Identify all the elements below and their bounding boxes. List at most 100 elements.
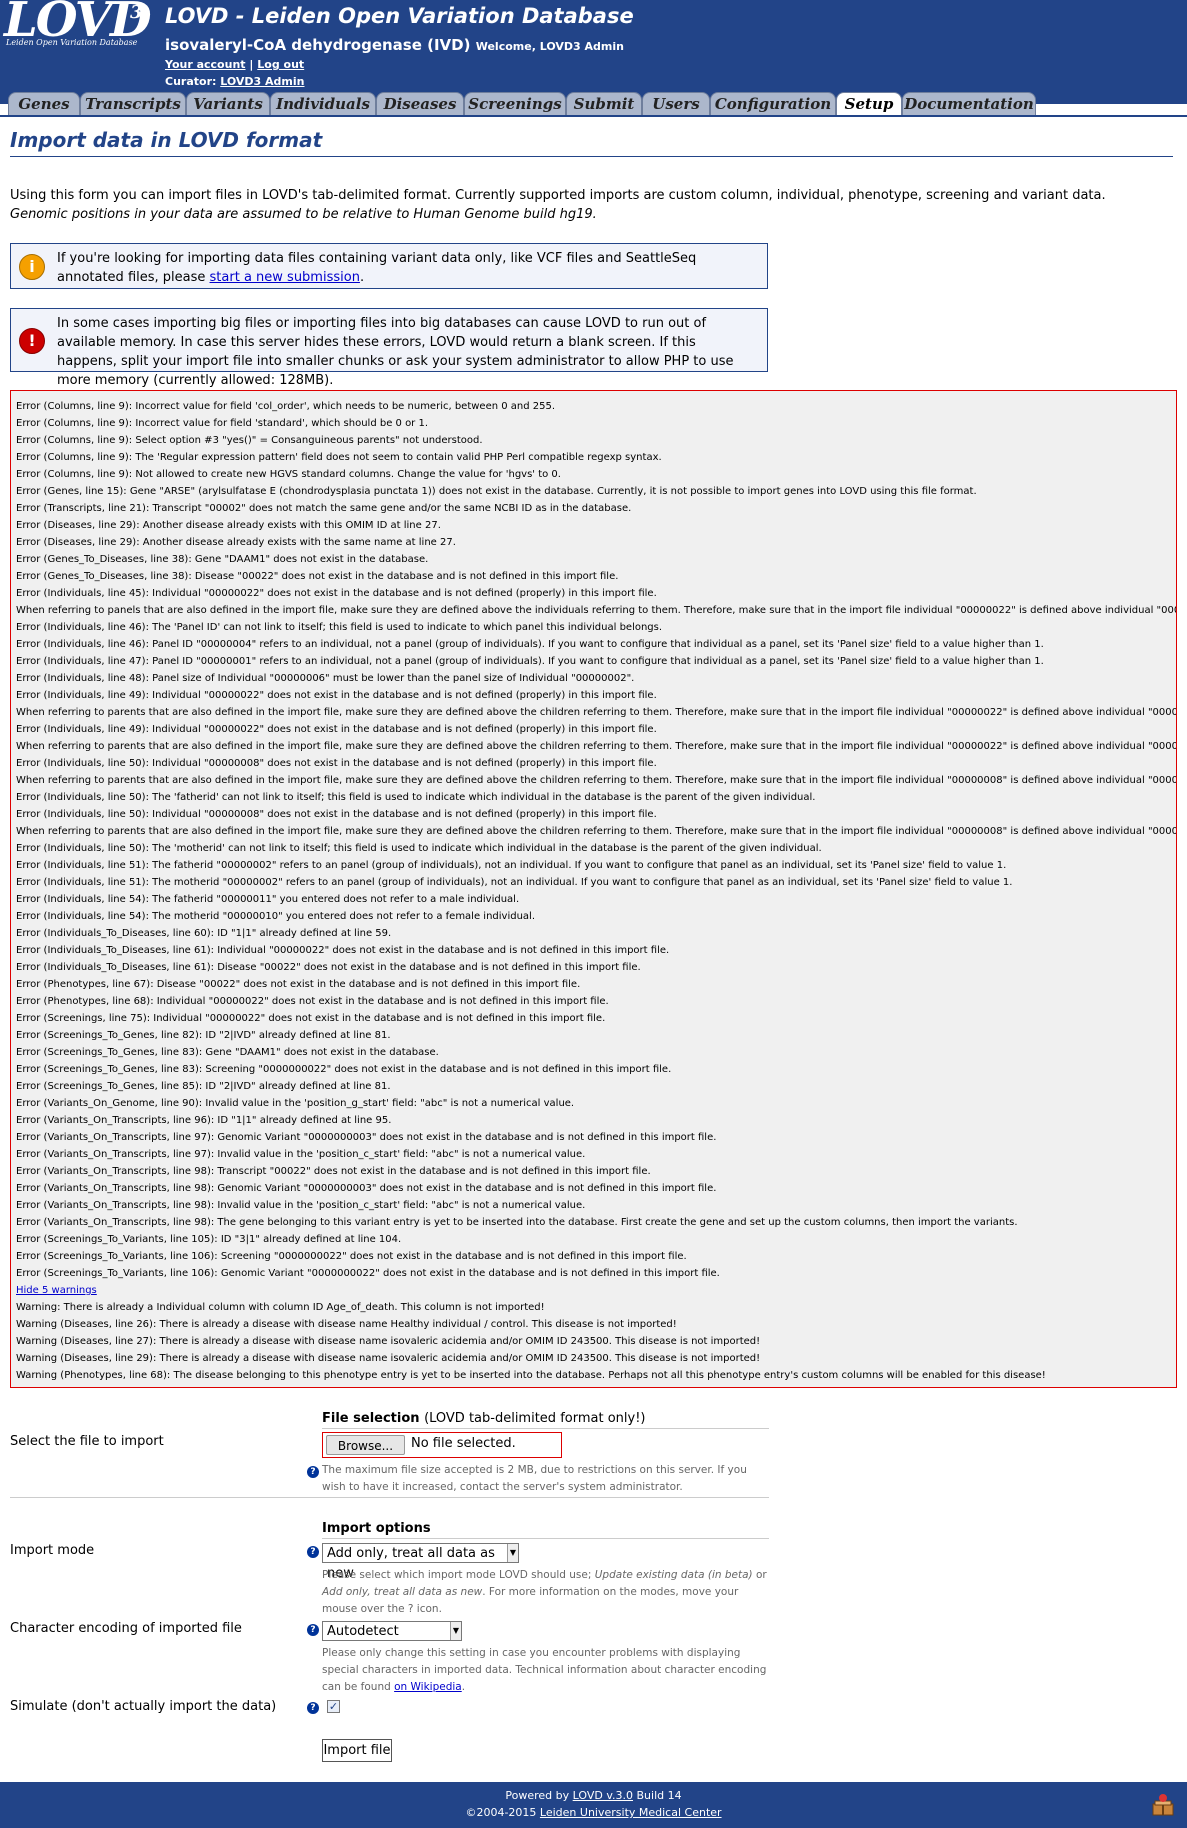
tab-setup[interactable]: Setup: [836, 92, 902, 117]
error-line: Error (Columns, line 9): Incorrect value…: [16, 418, 429, 429]
error-line: Error (Variants_On_Transcripts, line 98)…: [16, 1166, 651, 1177]
tab-transcripts[interactable]: Transcripts: [80, 92, 186, 115]
options-section-rule: [322, 1538, 769, 1539]
start-submission-link[interactable]: start a new submission: [210, 270, 360, 285]
warning-line: Warning (Diseases, line 29): There is al…: [16, 1353, 761, 1364]
tab-users[interactable]: Users: [642, 92, 710, 115]
error-line: Error (Variants_On_Transcripts, line 97)…: [16, 1149, 586, 1160]
info-box: i If you're looking for importing data f…: [10, 243, 768, 289]
warning-line: Warning: There is already a Individual c…: [16, 1302, 545, 1313]
gene-line: isovaleryl-CoA dehydrogenase (IVD) Welco…: [165, 36, 624, 54]
file-row-rule: [10, 1497, 769, 1498]
curator-link[interactable]: LOVD3 Admin: [220, 75, 304, 88]
dropdown-arrow-icon: ▼: [507, 1544, 518, 1562]
browse-button[interactable]: Browse...: [326, 1435, 405, 1455]
main-tabs: Genes Transcripts Variants Individuals D…: [0, 92, 1187, 117]
error-line: Error (Transcripts, line 21): Transcript…: [16, 503, 632, 514]
intro-genome-note: Genomic positions in your data are assum…: [10, 207, 597, 222]
error-line: Error (Individuals, line 45): Individual…: [16, 588, 657, 599]
file-input[interactable]: Browse... No file selected.: [322, 1432, 562, 1458]
file-section-rule: [322, 1428, 769, 1429]
import-mode-help-icon[interactable]: ?: [307, 1546, 319, 1558]
tab-genes[interactable]: Genes: [8, 92, 80, 115]
file-selection-heading: File selection (LOVD tab-delimited forma…: [322, 1411, 645, 1426]
lovd-version-link[interactable]: LOVD v.3.0: [573, 1789, 633, 1802]
no-file-text: No file selected.: [411, 1436, 516, 1451]
tab-diseases[interactable]: Diseases: [376, 92, 464, 115]
site-title: LOVD - Leiden Open Variation Database: [165, 4, 634, 28]
simulate-checkbox[interactable]: ✓: [327, 1700, 340, 1713]
import-options-heading: Import options: [322, 1521, 431, 1536]
tab-individuals[interactable]: Individuals: [270, 92, 376, 115]
error-line: Error (Genes_To_Diseases, line 38): Gene…: [16, 554, 429, 565]
memory-warning-text: In some cases importing big files or imp…: [57, 316, 734, 388]
charset-help-icon[interactable]: ?: [307, 1624, 319, 1636]
curator-label: Curator:: [165, 75, 217, 88]
account-links: Your account | Log out: [165, 58, 304, 71]
current-gene[interactable]: isovaleryl-CoA dehydrogenase (IVD): [165, 36, 470, 54]
error-line: Error (Screenings_To_Genes, line 82): ID…: [16, 1030, 391, 1041]
dropdown-arrow-icon: ▼: [450, 1622, 461, 1640]
error-line: Error (Screenings_To_Genes, line 83): Sc…: [16, 1064, 672, 1075]
error-line: Error (Variants_On_Transcripts, line 98)…: [16, 1183, 717, 1194]
tab-variants[interactable]: Variants: [186, 92, 270, 115]
error-line: Error (Individuals, line 47): Panel ID "…: [16, 656, 1044, 667]
error-line: Error (Individuals, line 46): Panel ID "…: [16, 639, 1044, 650]
lumc-link[interactable]: Leiden University Medical Center: [540, 1806, 722, 1819]
powered-by-text: Powered by: [505, 1789, 570, 1802]
error-line: Error (Individuals, line 49): Individual…: [16, 690, 657, 701]
error-line: When referring to parents that are also …: [16, 775, 1177, 786]
error-line: Error (Screenings_To_Variants, line 106)…: [16, 1268, 720, 1279]
import-mode-label: Import mode: [10, 1543, 95, 1558]
info-text: If you're looking for importing data fil…: [57, 249, 757, 287]
error-line: Error (Individuals, line 54): The father…: [16, 894, 520, 905]
error-line: When referring to parents that are also …: [16, 707, 1177, 718]
help-icon[interactable]: ?: [307, 1466, 319, 1478]
error-line: Error (Individuals, line 49): Individual…: [16, 724, 657, 735]
hide-warnings-link[interactable]: Hide 5 warnings: [16, 1285, 97, 1296]
tab-screenings[interactable]: Screenings: [464, 92, 566, 115]
error-line: Error (Variants_On_Transcripts, line 98)…: [16, 1217, 1018, 1228]
tab-configuration[interactable]: Configuration: [710, 92, 836, 115]
error-line: Error (Columns, line 9): Select option #…: [16, 435, 483, 446]
lovd-logo[interactable]: LOVD 3 Leiden Open Variation Database: [2, 0, 152, 56]
error-line: Error (Screenings, line 75): Individual …: [16, 1013, 606, 1024]
error-line: Error (Individuals, line 50): Individual…: [16, 758, 657, 769]
import-file-button[interactable]: Import file: [322, 1739, 392, 1762]
error-list: Error (Columns, line 9): Incorrect value…: [10, 390, 1177, 1388]
wikipedia-link[interactable]: on Wikipedia: [394, 1681, 462, 1693]
error-line: Error (Phenotypes, line 67): Disease "00…: [16, 979, 581, 990]
error-line: Error (Screenings_To_Genes, line 83): Ge…: [16, 1047, 439, 1058]
import-mode-note: Please select which import mode LOVD sho…: [322, 1567, 767, 1618]
page-title: Import data in LOVD format: [10, 128, 323, 152]
import-mode-select[interactable]: Add only, treat all data as new ▼: [322, 1543, 519, 1581]
error-line: Error (Variants_On_Genome, line 90): Inv…: [16, 1098, 575, 1109]
tab-divider: [0, 115, 1187, 117]
error-line: Error (Individuals, line 51): The mother…: [16, 877, 1013, 888]
file-label: Select the file to import: [10, 1434, 164, 1449]
link-separator: |: [249, 58, 254, 71]
file-section-note: (LOVD tab-delimited format only!): [424, 1411, 646, 1426]
tab-documentation[interactable]: Documentation: [902, 92, 1036, 115]
error-line: Error (Columns, line 9): Incorrect value…: [16, 401, 556, 412]
error-line: Error (Screenings_To_Variants, line 105)…: [16, 1234, 402, 1245]
file-section-title: File selection: [322, 1411, 420, 1426]
logo-version: 3: [130, 2, 143, 23]
error-line: Error (Individuals_To_Diseases, line 61)…: [16, 962, 641, 973]
tab-submit[interactable]: Submit: [566, 92, 642, 115]
logout-link[interactable]: Log out: [257, 58, 304, 71]
curator-line: Curator: LOVD3 Admin: [165, 75, 305, 88]
warning-icon: !: [19, 328, 45, 354]
error-line: Error (Variants_On_Transcripts, line 98)…: [16, 1200, 586, 1211]
your-account-link[interactable]: Your account: [165, 58, 246, 71]
error-line: Error (Genes_To_Diseases, line 38): Dise…: [16, 571, 619, 582]
error-line: Error (Phenotypes, line 68): Individual …: [16, 996, 609, 1007]
charset-select[interactable]: Autodetect ▼: [322, 1621, 462, 1641]
simulate-help-icon[interactable]: ?: [307, 1702, 319, 1714]
memory-warning-box: ! In some cases importing big files or i…: [10, 308, 768, 388]
file-size-note: The maximum file size accepted is 2 MB, …: [322, 1464, 747, 1493]
error-line: When referring to panels that are also d…: [16, 605, 1177, 616]
error-line: Error (Genes, line 15): Gene "ARSE" (ary…: [16, 486, 977, 497]
charset-note: Please only change this setting in case …: [322, 1647, 767, 1693]
error-line: Error (Variants_On_Transcripts, line 96)…: [16, 1115, 392, 1126]
